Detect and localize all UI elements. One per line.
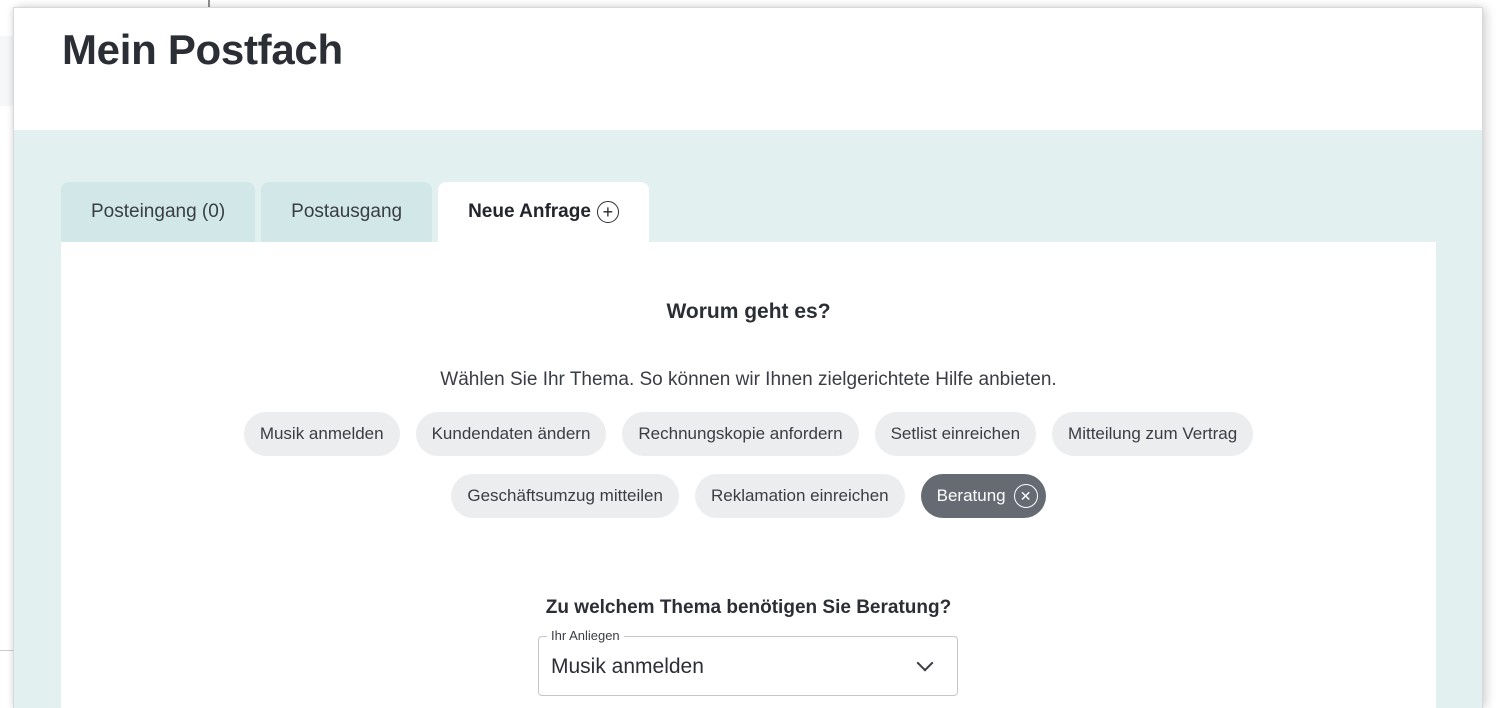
chip-setlist-einreichen[interactable]: Setlist einreichen	[874, 412, 1037, 456]
anliegen-select[interactable]: Ihr Anliegen Musik anmelden	[538, 628, 958, 696]
topic-chip-row: Musik anmelden Kundendaten ändern Rechnu…	[61, 412, 1436, 456]
tab-posteingang[interactable]: Posteingang (0)	[61, 182, 256, 242]
topic-heading: Worum geht es?	[666, 300, 831, 323]
new-request-panel: Worum geht es? Wählen Sie Ihr Thema. So …	[61, 242, 1436, 708]
tab-label: Postausgang	[291, 201, 403, 222]
select-label: Ihr Anliegen	[547, 628, 624, 643]
tab-bar: Posteingang (0) Postausgang Neue Anfrage…	[61, 182, 649, 242]
chip-geschaeftsumzug-mitteilen[interactable]: Geschäftsumzug mitteilen	[451, 474, 679, 518]
plus-circle-icon: +	[596, 201, 619, 223]
postfach-card: Mein Postfach Posteingang (0) Postausgan…	[14, 8, 1482, 708]
chip-mitteilung-zum-vertrag[interactable]: Mitteilung zum Vertrag	[1052, 412, 1254, 456]
tab-neue-anfrage[interactable]: Neue Anfrage +	[438, 182, 649, 242]
select-value: Musik anmelden	[551, 655, 704, 678]
chevron-down-icon	[916, 654, 934, 672]
chip-rechnungskopie-anfordern[interactable]: Rechnungskopie anfordern	[622, 412, 859, 456]
topic-chip-row: Geschäftsumzug mitteilen Reklamation ein…	[61, 474, 1436, 518]
tab-label: Neue Anfrage	[468, 201, 591, 222]
chip-beratung[interactable]: Beratung ✕	[920, 474, 1046, 518]
chip-kundendaten-aendern[interactable]: Kundendaten ändern	[415, 412, 607, 456]
tab-label: Posteingang (0)	[91, 201, 226, 222]
tab-postausgang[interactable]: Postausgang	[261, 182, 433, 242]
card-body: Posteingang (0) Postausgang Neue Anfrage…	[14, 130, 1482, 708]
card-header: Mein Postfach	[14, 8, 1482, 130]
chip-reklamation-einreichen[interactable]: Reklamation einreichen	[694, 474, 905, 518]
page-title: Mein Postfach	[62, 26, 343, 73]
chip-musik-anmelden[interactable]: Musik anmelden	[243, 412, 400, 456]
chip-label: Beratung	[936, 486, 1006, 505]
close-circle-icon[interactable]: ✕	[1013, 484, 1038, 508]
topic-subtext: Wählen Sie Ihr Thema. So können wir Ihne…	[440, 369, 1057, 390]
consult-question: Zu welchem Thema benötigen Sie Beratung?	[545, 597, 952, 618]
